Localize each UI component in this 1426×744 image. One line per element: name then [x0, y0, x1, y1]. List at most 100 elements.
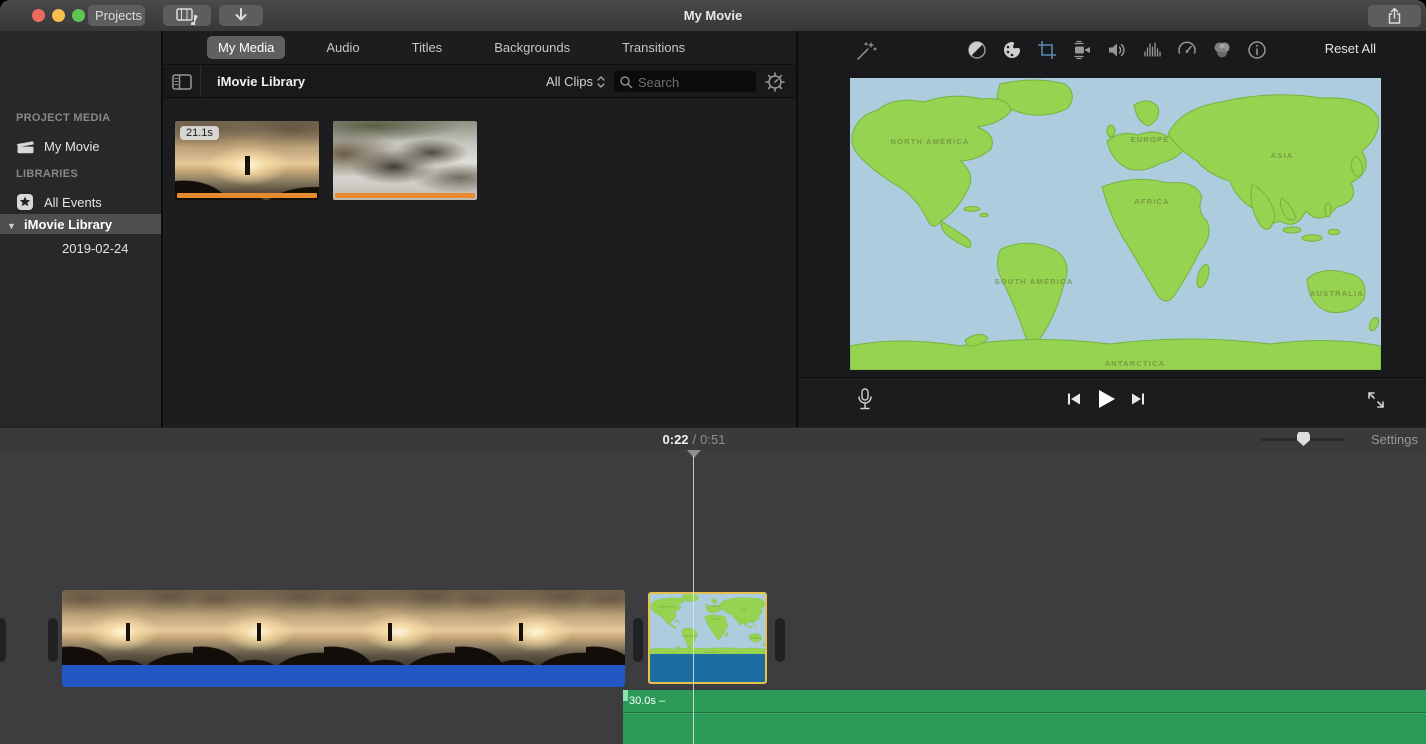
timeline-zoom-slider[interactable]	[1261, 438, 1345, 441]
time-separator: /	[693, 432, 697, 447]
search-field[interactable]	[614, 71, 756, 92]
noise-reduction-icon[interactable]	[1141, 39, 1163, 61]
filmstrip-frame	[586, 590, 625, 665]
duration-badge: 21.1s	[180, 126, 219, 140]
microphone-icon[interactable]	[854, 387, 876, 413]
my-movie-label: My Movie	[44, 139, 100, 154]
media-clip-lighthouse[interactable]: 21.1s	[175, 121, 319, 200]
trim-handle[interactable]	[633, 618, 643, 662]
tab-transitions[interactable]: Transitions	[611, 36, 696, 59]
clip-audio-waveform-bar	[62, 665, 625, 687]
tab-my-media[interactable]: My Media	[207, 36, 285, 59]
map-label-australia: AUSTRALIA	[1310, 289, 1364, 298]
crop-icon[interactable]	[1036, 39, 1058, 61]
current-time: 0:22	[663, 432, 689, 447]
media-clip-coast[interactable]	[333, 121, 477, 200]
reset-all-button[interactable]: Reset All	[1325, 41, 1376, 56]
speed-icon[interactable]	[1176, 39, 1198, 61]
event-date-label: 2019-02-24	[62, 241, 129, 256]
waveform-divider	[623, 712, 1426, 713]
total-time: 0:51	[700, 432, 725, 447]
timeline-map-clip-selected[interactable]: NORTH AMERICA SOUTH AMERICA EUROPE AFRIC…	[648, 592, 767, 684]
map-label-north-america: NORTH AMERICA	[890, 137, 969, 146]
used-range-indicator	[177, 193, 317, 198]
all-events-label: All Events	[44, 195, 102, 210]
filter-label: All Clips	[546, 74, 593, 89]
next-frame-button[interactable]	[1130, 391, 1146, 407]
adjustments-toolbar: Reset All	[798, 31, 1426, 69]
filmstrip-frame	[193, 590, 324, 665]
previous-frame-button[interactable]	[1066, 391, 1082, 407]
clip-appearance-gear-icon[interactable]	[764, 71, 786, 93]
search-input[interactable]	[636, 71, 752, 94]
time-display: 0:22 / 0:51	[663, 428, 726, 451]
filmstrip-frames	[62, 590, 625, 665]
transport-controls	[1066, 388, 1146, 410]
playhead[interactable]	[693, 456, 694, 744]
map-label-asia: ASIA	[1271, 151, 1294, 160]
info-icon[interactable]	[1246, 39, 1268, 61]
browser-tabs: My Media Audio Titles Backgrounds Transi…	[163, 31, 796, 65]
sidebar-item-event-date[interactable]: 2019-02-24	[0, 236, 161, 260]
trim-handle[interactable]	[775, 618, 785, 662]
media-browser: My Media Audio Titles Backgrounds Transi…	[163, 31, 798, 427]
trim-handle[interactable]	[0, 618, 6, 662]
clapperboard-icon	[16, 138, 35, 154]
timeline-settings-button[interactable]: Settings	[1371, 432, 1418, 447]
sidebar-toggle-button[interactable]	[163, 66, 201, 97]
timeline-audio-clip[interactable]: 30.0s –	[623, 690, 1426, 744]
color-balance-icon[interactable]	[966, 39, 988, 61]
map-label-antarctica: ANTARCTICA	[1105, 359, 1166, 368]
share-button[interactable]	[1368, 5, 1421, 27]
library-toolbar: iMovie Library All Clips	[163, 66, 796, 98]
playhead-handle[interactable]	[687, 450, 701, 458]
world-map-image: NORTH AMERICA SOUTH AMERICA EUROPE AFRIC…	[850, 78, 1381, 370]
window-title: My Movie	[0, 0, 1426, 31]
sidebar-item-all-events[interactable]: All Events	[0, 190, 161, 214]
title-bar: Projects My Movie	[0, 0, 1426, 32]
map-label-europe: EUROPE	[1131, 135, 1170, 144]
enhance-wand-icon[interactable]	[854, 39, 878, 63]
tab-audio[interactable]: Audio	[315, 36, 370, 59]
fullscreen-icon[interactable]	[1366, 390, 1386, 410]
map-label-south-america: SOUTH AMERICA	[995, 277, 1074, 286]
star-icon	[16, 193, 34, 211]
audio-clip-duration-label: 30.0s –	[629, 695, 665, 707]
viewer-canvas[interactable]: NORTH AMERICA SOUTH AMERICA EUROPE AFRIC…	[850, 78, 1381, 370]
disclosure-triangle-icon[interactable]: ▼	[7, 221, 16, 231]
play-button[interactable]	[1095, 388, 1117, 410]
fade-handle[interactable]	[623, 690, 628, 701]
all-clips-filter[interactable]: All Clips	[546, 74, 606, 89]
tab-backgrounds[interactable]: Backgrounds	[483, 36, 581, 59]
sidebar-item-imovie-library[interactable]: ▼ iMovie Library	[0, 214, 161, 234]
map-label-africa: AFRICA	[1134, 197, 1170, 206]
share-icon	[1387, 7, 1402, 25]
volume-icon[interactable]	[1106, 39, 1128, 61]
map-clip-thumbnail: NORTH AMERICA SOUTH AMERICA EUROPE AFRIC…	[650, 594, 765, 654]
search-icon	[619, 75, 633, 89]
updown-chevrons-icon	[596, 75, 606, 89]
filmstrip-frame	[455, 590, 586, 665]
timeline-area[interactable]: NORTH AMERICA SOUTH AMERICA EUROPE AFRIC…	[0, 450, 1426, 744]
used-range-indicator	[335, 193, 475, 198]
library-title: iMovie Library	[217, 74, 305, 89]
trim-handle[interactable]	[48, 618, 58, 662]
sidebar-item-my-movie[interactable]: My Movie	[0, 134, 161, 158]
main-area: PROJECT MEDIA My Movie LIBRARIES	[0, 31, 1426, 427]
media-clip-grid: 21.1s	[175, 121, 477, 200]
imovie-library-label: iMovie Library	[24, 217, 112, 232]
filmstrip-frame	[324, 590, 455, 665]
world-map-image: NORTH AMERICA SOUTH AMERICA EUROPE AFRIC…	[650, 594, 765, 654]
zoom-slider-thumb[interactable]	[1297, 432, 1310, 446]
stabilization-icon[interactable]	[1071, 39, 1093, 61]
clip-filter-icon[interactable]	[1211, 39, 1233, 61]
color-correction-icon[interactable]	[1001, 39, 1023, 61]
imovie-window: Projects My Movie PROJECT MED	[0, 0, 1426, 744]
timeline-video-clip-lighthouse[interactable]	[62, 590, 625, 687]
sidebar-toggle-icon	[172, 74, 192, 90]
playback-bar	[798, 377, 1426, 427]
filmstrip-frame	[62, 590, 193, 665]
tab-titles[interactable]: Titles	[401, 36, 454, 59]
libraries-header: LIBRARIES	[0, 168, 78, 180]
timeline-toolbar: 0:22 / 0:51 Settings	[0, 427, 1426, 452]
